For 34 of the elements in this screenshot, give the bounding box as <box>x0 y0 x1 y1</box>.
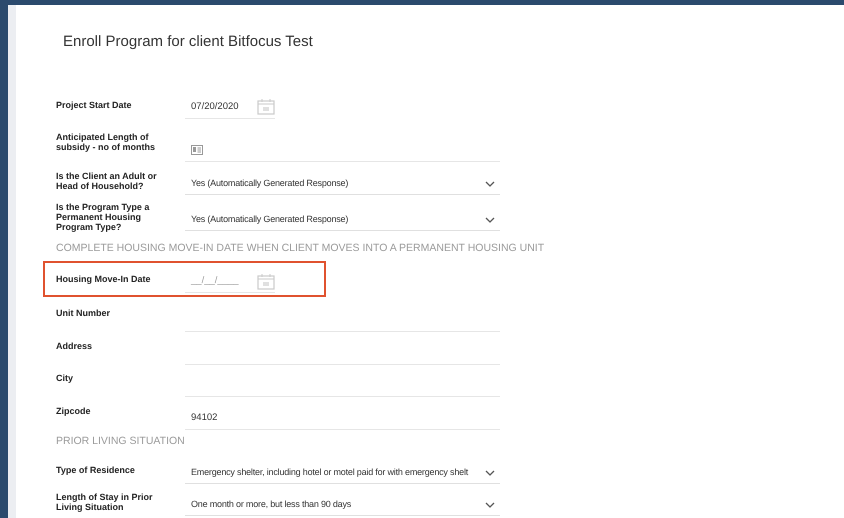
section-heading: PRIOR LIVING SITUATION <box>56 434 185 450</box>
chevron-down-icon[interactable] <box>485 180 495 186</box>
date-field[interactable]: 07/20/2020 <box>185 96 275 118</box>
calendar-icon[interactable] <box>256 274 275 290</box>
select-field[interactable]: One month or more, but less than 90 days <box>185 494 500 516</box>
field-label: Type of Residence <box>56 465 136 475</box>
select-field[interactable]: Yes (Automatically Generated Response) <box>185 209 500 231</box>
field-label: Address <box>56 340 94 350</box>
chevron-down-icon[interactable] <box>485 216 495 222</box>
field-label: Is the Client an Adult or Head of Household? <box>56 171 158 191</box>
field-label: Is the Program Type a Permanent Housing Program Type? <box>56 202 150 232</box>
calendar-icon[interactable] <box>256 99 275 115</box>
select-field[interactable]: Yes (Automatically Generated Response) <box>185 173 500 195</box>
field-label: City <box>56 373 74 383</box>
section-heading: COMPLETE HOUSING MOVE-IN DATE WHEN CLIENT MOVES INTO A PERMANENT HOUSING UNIT <box>56 241 544 256</box>
chevron-down-icon[interactable] <box>485 502 495 508</box>
field-label: Unit Number <box>56 308 111 318</box>
input-field[interactable]: 94102 <box>185 408 500 430</box>
field-label: Project Start Date <box>56 100 133 110</box>
field-value: 07/20/2020 <box>191 100 239 114</box>
field-value: 94102 <box>191 410 218 425</box>
field-value: Yes (Automatically Generated Response) <box>191 212 348 226</box>
chevron-down-icon[interactable] <box>485 470 495 476</box>
page-title: Enroll Program for client Bitfocus Test <box>63 32 314 52</box>
field-value: Yes (Automatically Generated Response) <box>191 176 348 190</box>
field-label: Housing Move-In Date <box>56 274 152 284</box>
field-placeholder: __/__/____ <box>191 274 239 288</box>
select-field[interactable]: Emergency shelter, including hotel or motel paid for with emergency shelt <box>185 462 500 484</box>
field-label: Zipcode <box>56 406 92 416</box>
id-card-icon[interactable] <box>191 145 203 155</box>
field-label: Anticipated Length of subsidy - no of months <box>56 132 156 152</box>
field-value: One month or more, but less than 90 days <box>191 498 352 511</box>
field-label: Length of Stay in Prior Living Situation <box>56 492 154 512</box>
field-value: Emergency shelter, including hotel or motel paid for with emergency shelt <box>191 466 468 479</box>
